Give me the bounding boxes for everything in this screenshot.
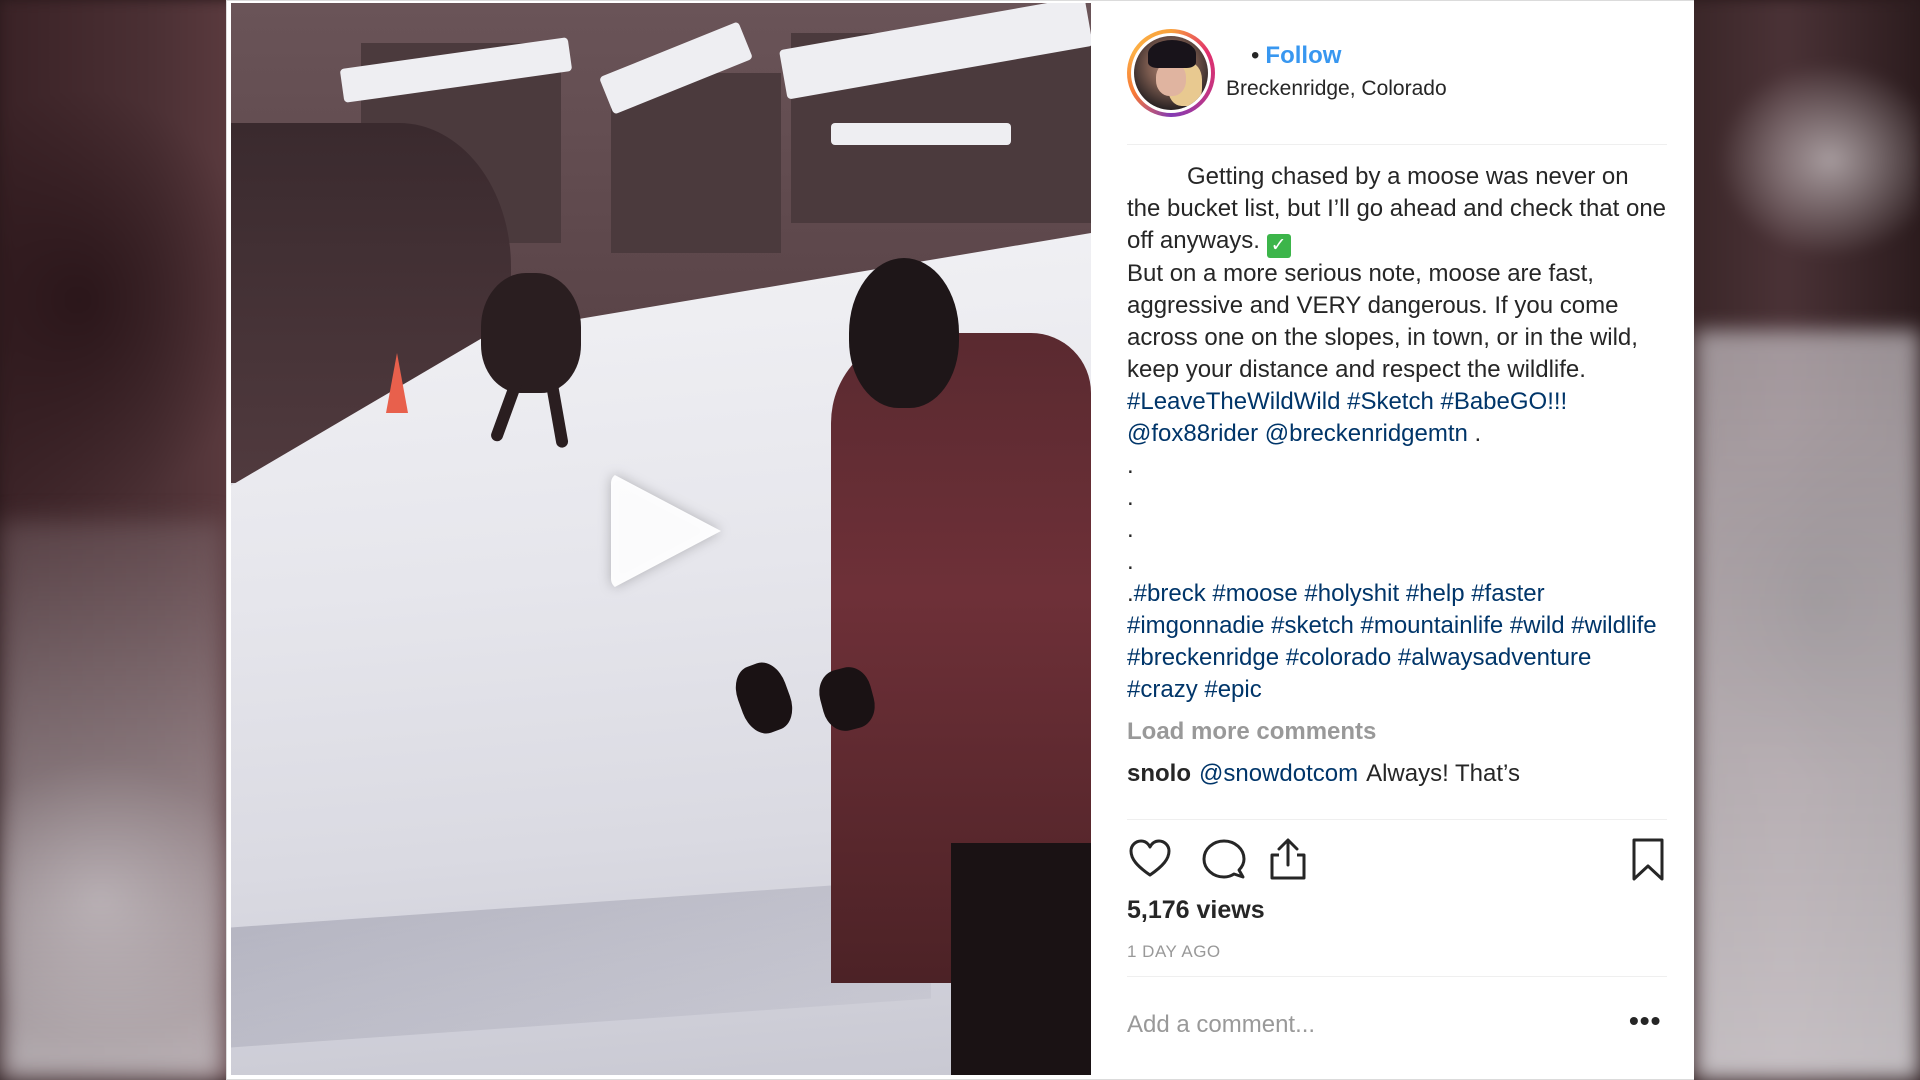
comments-scroll-area[interactable]: Getting chased by a moose was never on t… bbox=[1127, 161, 1667, 819]
comment-item: snolo @snowdotcom Always! That’s bbox=[1127, 760, 1667, 788]
bookmark-icon-svg bbox=[1632, 838, 1664, 881]
caption-text-continued: But on a more serious note, moose are fa… bbox=[1127, 260, 1638, 383]
video-snowboarder-pants bbox=[951, 843, 1091, 1075]
action-bar bbox=[1127, 837, 1667, 881]
comment-mention[interactable]: @snowdotcom bbox=[1199, 760, 1358, 787]
play-icon[interactable] bbox=[611, 473, 721, 589]
add-comment-input[interactable] bbox=[1127, 1005, 1607, 1045]
caption-hashtags[interactable]: #breck #moose #holyshit #help #faster #i… bbox=[1127, 580, 1663, 703]
post-side-panel: • Follow Breckenridge, Colorado Getting c… bbox=[1091, 1, 1694, 1079]
check-mark-icon: ✓ bbox=[1266, 234, 1291, 258]
video-roof bbox=[831, 123, 1011, 145]
follow-row: • Follow bbox=[1251, 42, 1341, 70]
comment-username[interactable]: snolo bbox=[1127, 760, 1191, 787]
video-cone bbox=[386, 353, 408, 413]
follow-button[interactable]: Follow bbox=[1265, 42, 1341, 69]
bookmark-icon[interactable] bbox=[1625, 837, 1671, 881]
share-upload-icon[interactable] bbox=[1265, 837, 1311, 881]
share-upload-icon-svg bbox=[1270, 838, 1306, 880]
caption-text: Getting chased by a moose was never on t… bbox=[1127, 163, 1667, 254]
caption-hashtags-mentions[interactable]: #LeaveTheWildWild #Sketch #BabeGO!!! @fo… bbox=[1127, 388, 1574, 447]
more-options-icon[interactable]: ••• bbox=[1629, 1007, 1661, 1035]
comment-bubble-icon[interactable] bbox=[1201, 837, 1247, 881]
location-link[interactable]: Breckenridge, Colorado bbox=[1226, 77, 1447, 101]
avatar-hat bbox=[1148, 40, 1196, 68]
avatar-border bbox=[1131, 33, 1211, 113]
caption-dot: . bbox=[1127, 580, 1134, 607]
heart-icon[interactable] bbox=[1127, 837, 1173, 881]
blurred-background-right bbox=[1695, 330, 1920, 1080]
instagram-post: • Follow Breckenridge, Colorado Getting c… bbox=[226, 0, 1694, 1080]
post-header: • Follow Breckenridge, Colorado bbox=[1091, 1, 1694, 144]
heart-icon-svg bbox=[1129, 839, 1171, 877]
header-divider bbox=[1127, 144, 1667, 145]
separator-dot: • bbox=[1251, 42, 1260, 69]
post-caption: Getting chased by a moose was never on t… bbox=[1127, 161, 1667, 706]
view-count[interactable]: 5,176 views bbox=[1127, 896, 1265, 925]
video-moose bbox=[481, 273, 581, 393]
comment-text: Always! That’s bbox=[1366, 760, 1520, 787]
load-more-comments-button[interactable]: Load more comments bbox=[1127, 718, 1667, 746]
actions-divider bbox=[1127, 819, 1667, 820]
avatar[interactable] bbox=[1127, 29, 1215, 117]
avatar-photo bbox=[1134, 36, 1208, 110]
blurred-background-left bbox=[0, 520, 225, 1080]
post-timestamp[interactable]: 1 DAY AGO bbox=[1127, 942, 1221, 962]
comment-bubble-icon-svg bbox=[1202, 839, 1246, 879]
video-snowboarder-head bbox=[849, 258, 959, 408]
comment-divider bbox=[1127, 976, 1667, 977]
post-video[interactable] bbox=[231, 3, 1091, 1075]
